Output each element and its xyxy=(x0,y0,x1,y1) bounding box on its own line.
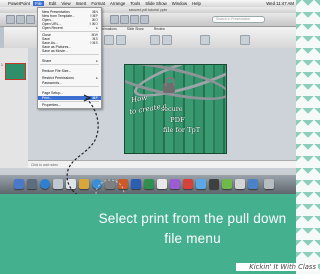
menu-item-reduce-file-size[interactable]: Reduce File Size... xyxy=(38,69,101,73)
dashboard-icon[interactable] xyxy=(27,179,37,189)
slide-number: 1 xyxy=(1,63,3,67)
app-icon[interactable] xyxy=(235,179,245,189)
search-input[interactable]: Search in Presentation xyxy=(212,16,265,23)
mail-icon[interactable] xyxy=(53,179,63,189)
menu-item-page-setup[interactable]: Page Setup... xyxy=(38,91,101,95)
dock xyxy=(0,174,296,194)
toolbox-icon[interactable] xyxy=(120,15,129,24)
menu-item-print[interactable]: Print... ⌘P xyxy=(38,96,101,100)
menu-edit[interactable]: Edit xyxy=(49,1,56,6)
ribbon-button-icon[interactable] xyxy=(240,35,250,45)
slide[interactable]: How to create a secure PDF file for TpT xyxy=(124,64,227,154)
tab-slide-show[interactable]: Slide Show xyxy=(127,27,144,32)
menu-separator xyxy=(40,86,99,87)
word-icon[interactable] xyxy=(131,179,141,189)
menu-separator xyxy=(40,31,99,32)
padlock-icon xyxy=(163,77,175,93)
tab-review[interactable]: Review xyxy=(154,27,165,32)
menu-help[interactable]: Help xyxy=(192,1,201,6)
menu-item-save-as-movie[interactable]: Save as Movie... xyxy=(38,49,101,53)
menu-arrange[interactable]: Arrange xyxy=(110,1,125,6)
menu-app[interactable]: PowerPoint xyxy=(8,1,30,6)
chevron-pattern xyxy=(296,0,320,274)
ribbon-tabs: Animations Slide Show Review xyxy=(100,27,175,32)
screenshot-area: PowerPoint File Edit View Insert Format … xyxy=(0,0,296,194)
ribbon-button-icon[interactable] xyxy=(116,35,126,45)
menu-view[interactable]: View xyxy=(61,1,70,6)
gallery-icon[interactable] xyxy=(110,15,119,24)
slide-thumbnail[interactable] xyxy=(5,63,26,80)
ribbon-button-icon[interactable] xyxy=(150,35,160,45)
menu-tools[interactable]: Tools xyxy=(130,1,140,6)
menu-window[interactable]: Window xyxy=(172,1,187,6)
menu-item-open-recent[interactable]: Open Recent ▸ xyxy=(38,26,101,30)
tab-animations[interactable]: Animations xyxy=(100,27,117,32)
textedit-icon[interactable] xyxy=(157,179,167,189)
menu-separator xyxy=(40,64,99,65)
menu-insert[interactable]: Insert xyxy=(76,1,87,6)
menu-item-passwords[interactable]: Passwords... xyxy=(38,81,101,85)
watermark-text: Kickin' It With Class xyxy=(236,263,318,271)
iphoto-icon[interactable] xyxy=(105,179,115,189)
save-icon[interactable] xyxy=(26,15,35,24)
menu-separator xyxy=(40,54,99,55)
app-icon[interactable] xyxy=(248,179,258,189)
app-icon[interactable] xyxy=(183,179,193,189)
slide-text-how: How xyxy=(130,93,148,105)
menu-item-properties[interactable]: Properties... xyxy=(38,103,101,107)
slide-thumbnail-panel: 1 xyxy=(0,48,29,168)
caption-text: Select print from the pull down file men… xyxy=(98,211,287,246)
notes-field[interactable]: Click to add notes xyxy=(28,160,296,168)
powerpoint-icon[interactable] xyxy=(118,179,128,189)
safari-icon[interactable] xyxy=(40,179,50,189)
file-dropdown-menu: New Presentation ⌘N New from Template... ⇧… xyxy=(37,7,102,109)
menu-item-restrict-permissions[interactable]: Restrict Permissions ▸ xyxy=(38,76,101,80)
excel-icon[interactable] xyxy=(144,179,154,189)
contacts-icon[interactable] xyxy=(79,179,89,189)
zoom-icon[interactable] xyxy=(130,15,139,24)
app-icon[interactable] xyxy=(222,179,232,189)
slide-text-secure: secure xyxy=(161,105,183,113)
app-icon[interactable] xyxy=(196,179,206,189)
menu-file[interactable]: File xyxy=(32,1,44,6)
menu-item-share[interactable]: Share ▸ xyxy=(38,59,101,63)
help-icon[interactable] xyxy=(140,15,149,24)
menubar-clock[interactable]: Wed 11:47 AM xyxy=(266,1,294,6)
slide-text-pdf: PDF xyxy=(170,116,185,124)
open-icon[interactable] xyxy=(16,15,25,24)
finder-icon[interactable] xyxy=(14,179,24,189)
ribbon-button-icon[interactable] xyxy=(104,35,114,45)
menu-slide-show[interactable]: Slide Show xyxy=(145,1,167,6)
new-icon[interactable] xyxy=(6,15,15,24)
tutorial-graphic: PowerPoint File Edit View Insert Format … xyxy=(0,0,320,274)
ribbon-button-icon[interactable] xyxy=(200,35,210,45)
trash-icon[interactable] xyxy=(264,179,274,189)
menu-format[interactable]: Format xyxy=(91,1,105,6)
app-icon[interactable] xyxy=(209,179,219,189)
slide-text-files: file for TpT xyxy=(163,126,201,134)
menu-separator xyxy=(40,101,99,102)
calendar-icon[interactable] xyxy=(66,179,76,189)
itunes-icon[interactable] xyxy=(92,179,102,189)
app-icon[interactable] xyxy=(170,179,180,189)
ribbon-button-icon[interactable] xyxy=(162,35,172,45)
